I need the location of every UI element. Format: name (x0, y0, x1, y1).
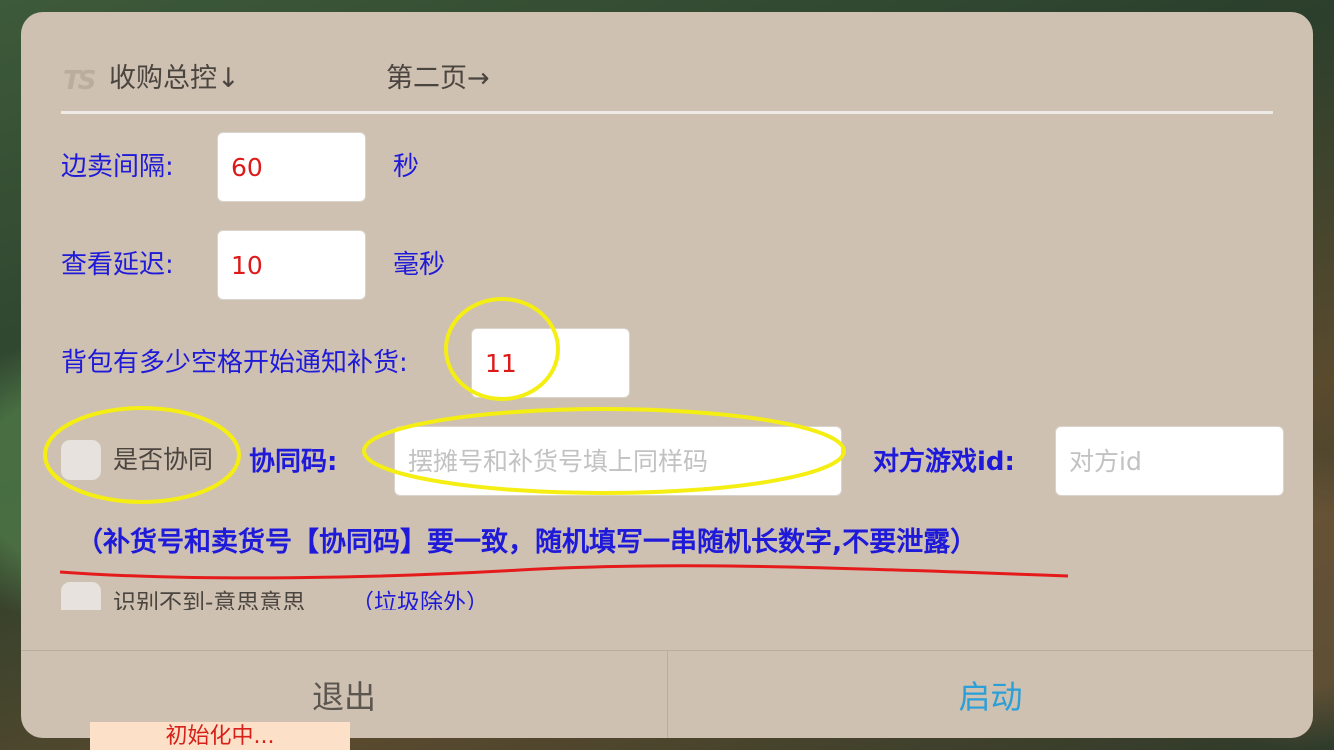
ts-logo: TS (63, 66, 96, 96)
view-delay-unit: 毫秒 (393, 250, 446, 280)
sell-interval-input[interactable] (217, 132, 366, 202)
sell-interval-label: 边卖间隔: (61, 152, 174, 182)
partial-option-row: 识别不到-意思意思 （垃圾除外） (61, 578, 1273, 610)
cooperate-checkbox[interactable] (61, 440, 101, 480)
tab-acquisition-control[interactable]: 收购总控↓ (109, 62, 240, 96)
view-delay-label: 查看延迟: (61, 250, 174, 280)
sell-interval-unit: 秒 (393, 152, 420, 182)
view-delay-input[interactable] (217, 230, 366, 300)
dialog-header: TS 收购总控↓ 第二页→ (61, 62, 1273, 118)
fallback-note: （垃圾除外） (351, 590, 489, 610)
start-button[interactable]: 启动 (668, 651, 1313, 738)
fallback-checkbox-label: 识别不到-意思意思 (113, 590, 306, 610)
init-status-toast: 初始化中... (90, 722, 350, 750)
cooperate-code-input[interactable] (394, 426, 842, 496)
peer-game-id-input[interactable] (1055, 426, 1284, 496)
peer-game-id-label: 对方游戏id: (873, 447, 1015, 477)
tab-page-two[interactable]: 第二页→ (386, 62, 490, 96)
header-divider (61, 111, 1273, 114)
bag-slots-input[interactable] (471, 328, 630, 398)
cooperate-notice: （补货号和卖货号【协同码】要一致，随机填写一串随机长数字,不要泄露） (76, 527, 978, 558)
settings-dialog: TS 收购总控↓ 第二页→ 边卖间隔: 秒 查看延迟: 毫秒 背包有多少空格开始… (21, 12, 1313, 738)
bag-slots-label: 背包有多少空格开始通知补货: (61, 348, 408, 378)
cooperate-checkbox-label: 是否协同 (113, 445, 214, 474)
cooperate-code-label: 协同码: (249, 447, 338, 477)
fallback-checkbox[interactable] (61, 582, 101, 610)
